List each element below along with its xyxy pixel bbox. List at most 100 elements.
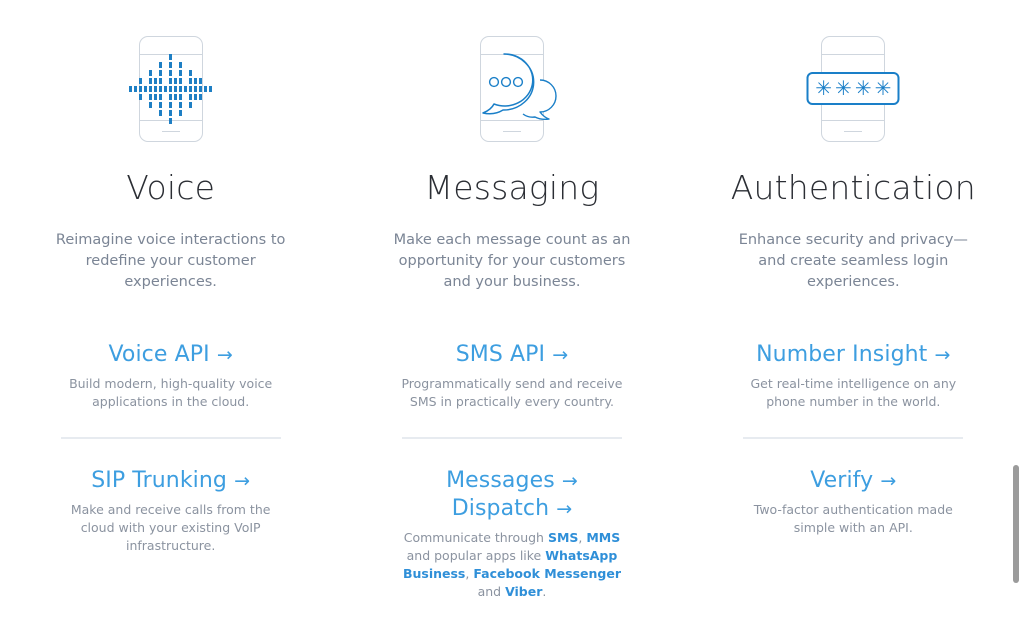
link-description: Communicate through SMS, MMS and popular… bbox=[402, 530, 622, 600]
waveform-dash bbox=[159, 86, 163, 92]
waveform-dash bbox=[179, 86, 183, 92]
asterisk-icon: ✳ bbox=[835, 77, 852, 100]
waveform-dash bbox=[169, 94, 173, 100]
arrow-right-icon: → bbox=[216, 344, 233, 367]
link-dispatch[interactable]: Dispatch → bbox=[387, 495, 637, 523]
waveform-dash bbox=[169, 70, 173, 76]
waveform-column bbox=[179, 62, 183, 116]
section-divider bbox=[401, 437, 622, 440]
waveform-dash bbox=[134, 86, 138, 92]
waveform-dash bbox=[199, 78, 203, 84]
waveform-dash bbox=[179, 78, 183, 84]
arrow-right-icon: → bbox=[556, 498, 573, 521]
link-description: Two-factor authentication made simple wi… bbox=[753, 502, 953, 536]
column-title: Voice bbox=[126, 168, 216, 207]
waveform-graphic bbox=[111, 30, 231, 148]
waveform-column bbox=[159, 62, 163, 116]
waveform-dash bbox=[194, 94, 198, 100]
waveform-dash bbox=[179, 102, 183, 108]
link-label: Voice API bbox=[108, 342, 210, 368]
waveform-column bbox=[189, 70, 193, 108]
feature-link-block: Number Insight → Get real-time intellige… bbox=[728, 341, 978, 411]
waveform-dash bbox=[169, 86, 173, 92]
waveform-dash bbox=[139, 94, 143, 100]
section-divider bbox=[743, 437, 964, 440]
waveform-dash bbox=[189, 70, 193, 76]
waveform-dash bbox=[204, 86, 208, 92]
waveform-dash bbox=[139, 86, 143, 92]
waveform-dash bbox=[129, 86, 133, 92]
waveform-dash bbox=[154, 94, 158, 100]
speech-bubbles-graphic bbox=[482, 53, 557, 121]
waveform-dash bbox=[159, 78, 163, 84]
feature-link-block: Verify → Two-factor authentication made … bbox=[728, 467, 978, 537]
link-number-insight[interactable]: Number Insight → bbox=[728, 341, 978, 369]
link-label: Messages bbox=[446, 468, 555, 494]
waveform-dash bbox=[149, 102, 153, 108]
phone-bottom-bar bbox=[822, 120, 885, 121]
page-scrollbar[interactable] bbox=[1008, 0, 1022, 634]
feature-columns: Voice Reimagine voice interactions to re… bbox=[0, 0, 1024, 601]
column-title: Authentication bbox=[730, 168, 976, 207]
waveform-dash bbox=[184, 86, 188, 92]
waveform-dash bbox=[159, 70, 163, 76]
waveform-dash bbox=[169, 110, 173, 116]
waveform-dash bbox=[159, 102, 163, 108]
link-description: Get real-time intelligence on any phone … bbox=[750, 376, 957, 410]
waveform-dash bbox=[179, 62, 183, 68]
link-sip-trunking[interactable]: SIP Trunking → bbox=[46, 467, 296, 495]
arrow-right-icon: → bbox=[552, 344, 569, 367]
link-description: Make and receive calls from the cloud wi… bbox=[70, 502, 271, 554]
feature-column-authentication: ✳ ✳ ✳ ✳ Authentication Enhance security and… bbox=[683, 30, 1024, 601]
waveform-dash bbox=[149, 86, 153, 92]
product-feature-grid: Voice Reimagine voice interactions to re… bbox=[0, 0, 1024, 634]
waveform-dash bbox=[174, 78, 178, 84]
link-voice-api[interactable]: Voice API → bbox=[46, 341, 296, 369]
waveform-dash bbox=[159, 110, 163, 116]
link-label: SIP Trunking bbox=[91, 468, 227, 494]
feature-link-block: SMS API → Programmatically send and rece… bbox=[387, 341, 637, 411]
waveform-dash bbox=[209, 86, 213, 92]
waveform-column bbox=[194, 78, 198, 100]
link-label: Verify bbox=[810, 468, 874, 494]
messaging-bubbles-phone-icon bbox=[452, 30, 572, 148]
arrow-right-icon: → bbox=[234, 470, 251, 493]
arrow-right-icon: → bbox=[934, 344, 951, 367]
scrollbar-thumb[interactable] bbox=[1013, 465, 1019, 583]
waveform-column bbox=[199, 78, 203, 100]
link-label: SMS API bbox=[455, 342, 546, 368]
section-divider bbox=[60, 437, 281, 440]
waveform-dash bbox=[199, 86, 203, 92]
waveform-dash bbox=[149, 94, 153, 100]
waveform-dash bbox=[174, 86, 178, 92]
waveform-column bbox=[209, 86, 213, 92]
link-messages[interactable]: Messages → bbox=[387, 467, 637, 495]
waveform-column bbox=[204, 86, 208, 92]
waveform-column bbox=[184, 86, 188, 92]
waveform-column bbox=[129, 86, 133, 92]
phone-top-bar bbox=[822, 54, 885, 55]
column-title: Messaging bbox=[424, 168, 600, 207]
waveform-column bbox=[144, 86, 148, 92]
waveform-dash bbox=[189, 86, 193, 92]
link-label: Number Insight bbox=[756, 342, 928, 368]
waveform-dash bbox=[179, 70, 183, 76]
feature-column-messaging: Messaging Make each message count as an … bbox=[341, 30, 682, 601]
waveform-dash bbox=[189, 78, 193, 84]
waveform-dash bbox=[194, 86, 198, 92]
waveform-dash bbox=[179, 110, 183, 116]
arrow-right-icon: → bbox=[880, 470, 897, 493]
column-description: Make each message count as an opportunit… bbox=[393, 232, 631, 291]
waveform-dash bbox=[154, 86, 158, 92]
feature-link-block: Voice API → Build modern, high-quality v… bbox=[46, 341, 296, 411]
link-verify[interactable]: Verify → bbox=[728, 467, 978, 495]
waveform-dash bbox=[179, 94, 183, 100]
waveform-dash bbox=[199, 94, 203, 100]
feature-column-voice: Voice Reimagine voice interactions to re… bbox=[0, 30, 341, 601]
arrow-right-icon: → bbox=[561, 470, 578, 493]
asterisk-icon: ✳ bbox=[815, 77, 833, 100]
column-description: Reimagine voice interactions to redefine… bbox=[55, 232, 286, 291]
waveform-column bbox=[174, 78, 178, 100]
waveform-dash bbox=[169, 54, 173, 60]
link-sms-api[interactable]: SMS API → bbox=[387, 341, 637, 369]
